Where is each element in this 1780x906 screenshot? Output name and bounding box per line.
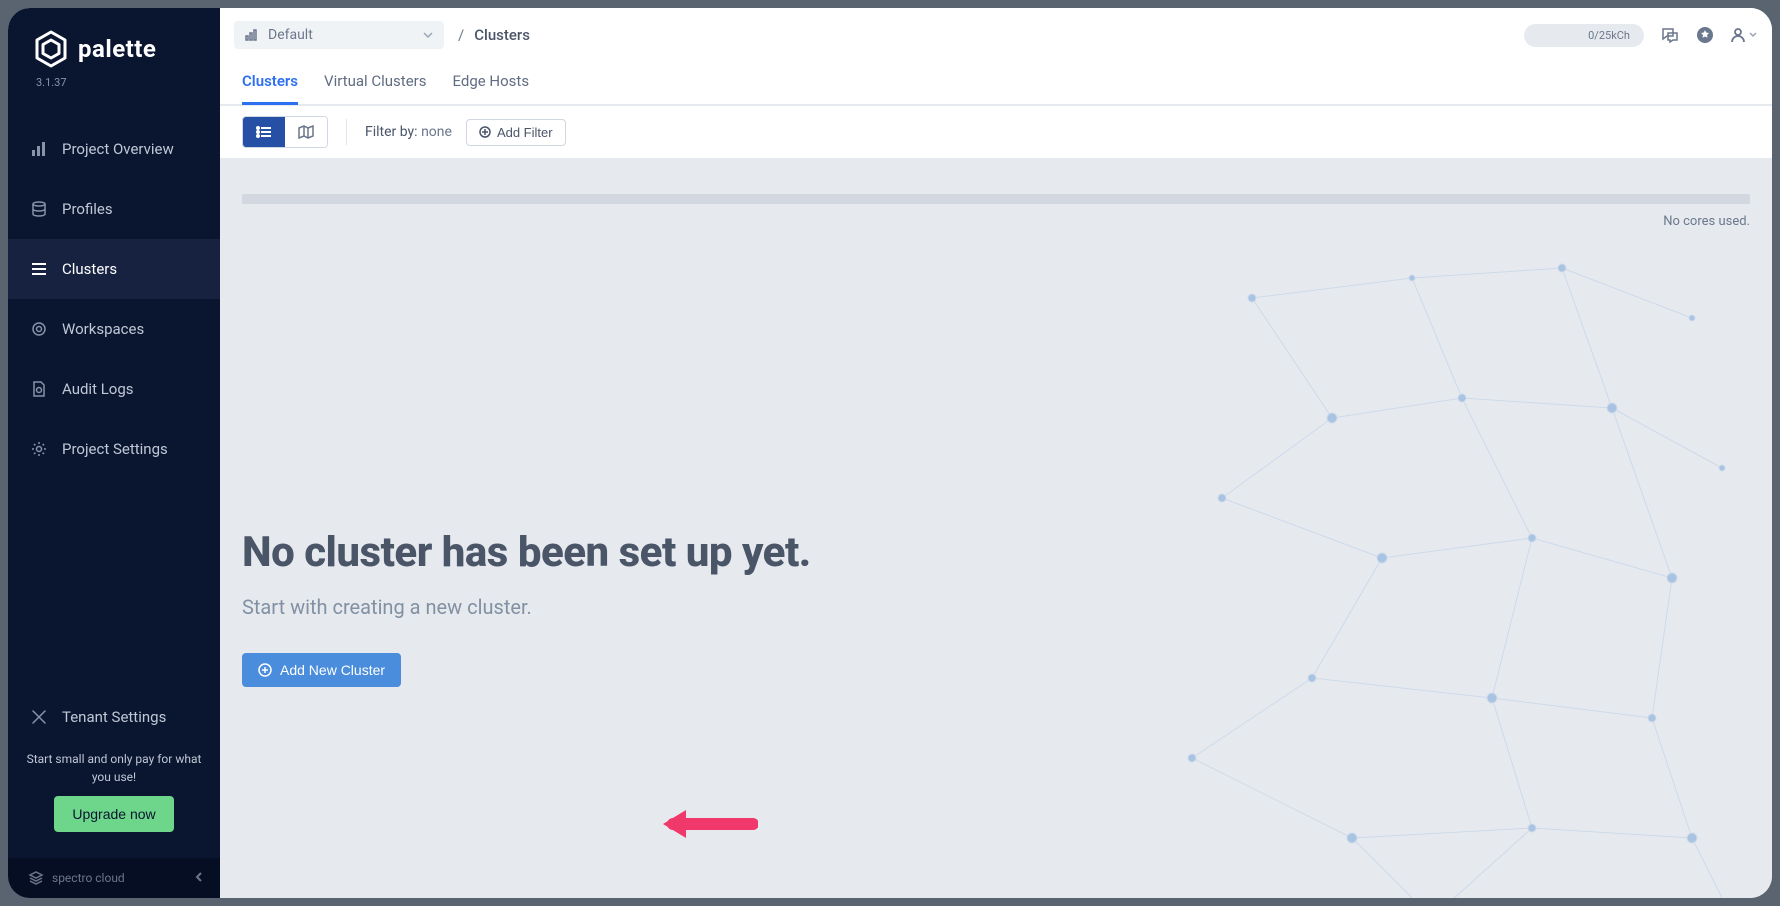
sidebar-item-label: Tenant Settings [62, 708, 166, 726]
add-filter-label: Add Filter [497, 125, 553, 140]
cores-used-label: No cores used. [1663, 214, 1750, 229]
user-icon [1730, 27, 1746, 43]
footer-brand: spectro cloud [28, 870, 125, 886]
chart-icon [30, 141, 48, 157]
target-icon [30, 321, 48, 337]
project-selector-label: Default [268, 27, 313, 43]
breadcrumb: / Clusters [458, 26, 530, 44]
sidebar-item-audit-logs[interactable]: Audit Logs [8, 359, 220, 419]
logo-text: palette [78, 35, 156, 63]
footer-brand-text: spectro cloud [52, 871, 125, 885]
map-icon [298, 125, 314, 139]
sidebar-item-label: Workspaces [62, 320, 144, 338]
upgrade-copy: Start small and only pay for what you us… [22, 750, 206, 786]
tab-clusters[interactable]: Clusters [242, 64, 298, 104]
divider [346, 119, 347, 145]
sidebar-item-clusters[interactable]: Clusters [8, 239, 220, 299]
add-new-cluster-button[interactable]: Add New Cluster [242, 653, 401, 687]
version-label: 3.1.37 [8, 76, 220, 101]
sidebar-item-label: Profiles [62, 200, 113, 218]
topbar: Default / Clusters 0/25kCh [220, 8, 1772, 105]
empty-state: No cluster has been set up yet. Start wi… [242, 528, 811, 687]
tools-icon [30, 709, 48, 725]
collapse-sidebar-button[interactable] [194, 871, 204, 885]
sidebar-item-workspaces[interactable]: Workspaces [8, 299, 220, 359]
sidebar: palette 3.1.37 Project Overview Profiles [8, 8, 220, 898]
page-icon [30, 381, 48, 397]
chevron-down-icon [422, 29, 434, 41]
empty-state-title: No cluster has been set up yet. [242, 528, 811, 577]
content: No cores used. [220, 158, 1772, 898]
database-icon [30, 201, 48, 217]
filter-label: Filter by: none [365, 124, 452, 140]
main: Default / Clusters 0/25kCh [220, 8, 1772, 898]
user-menu[interactable] [1730, 27, 1758, 43]
toolbar: Filter by: none Add Filter [220, 105, 1772, 158]
breadcrumb-separator: / [458, 26, 464, 44]
plus-circle-icon [258, 663, 272, 677]
sidebar-item-project-overview[interactable]: Project Overview [8, 119, 220, 179]
sidebar-item-tenant-settings[interactable]: Tenant Settings [8, 694, 220, 740]
list-icon [30, 261, 48, 277]
map-view-button[interactable] [285, 117, 327, 147]
sidebar-bottom: Tenant Settings Start small and only pay… [8, 694, 220, 858]
chart-bars-icon [244, 28, 258, 42]
list-view-button[interactable] [243, 117, 285, 147]
view-toggle [242, 116, 328, 148]
project-selector[interactable]: Default [234, 21, 444, 49]
sidebar-nav: Project Overview Profiles Clusters Works… [8, 119, 220, 694]
add-cluster-label: Add New Cluster [280, 662, 385, 678]
list-icon [256, 126, 272, 138]
tab-virtual-clusters[interactable]: Virtual Clusters [324, 64, 426, 104]
sidebar-item-profiles[interactable]: Profiles [8, 179, 220, 239]
upgrade-panel: Start small and only pay for what you us… [8, 740, 220, 850]
empty-state-subtitle: Start with creating a new cluster. [242, 595, 811, 619]
star-circle-icon [1696, 26, 1714, 44]
gear-icon [30, 441, 48, 457]
add-filter-button[interactable]: Add Filter [466, 119, 566, 146]
sidebar-item-label: Clusters [62, 260, 117, 278]
chat-icon [1660, 25, 1680, 45]
chevron-left-icon [194, 872, 204, 882]
logo-icon [34, 30, 68, 68]
upgrade-button[interactable]: Upgrade now [54, 796, 173, 832]
capacity-bar [242, 194, 1750, 204]
tabs: Clusters Virtual Clusters Edge Hosts [220, 54, 1772, 104]
sidebar-item-label: Audit Logs [62, 380, 134, 398]
sidebar-item-project-settings[interactable]: Project Settings [8, 419, 220, 479]
tab-edge-hosts[interactable]: Edge Hosts [452, 64, 529, 104]
plus-circle-icon [479, 126, 491, 138]
sidebar-item-label: Project Settings [62, 440, 168, 458]
chevron-down-icon [1748, 30, 1758, 40]
decorative-network-graphic [1132, 238, 1772, 898]
annotation-arrow-icon [658, 804, 758, 844]
sidebar-footer: spectro cloud [8, 858, 220, 898]
logo: palette [8, 8, 220, 76]
breadcrumb-current: Clusters [474, 26, 530, 44]
sidebar-item-label: Project Overview [62, 140, 174, 158]
usage-badge: 0/25kCh [1524, 24, 1644, 47]
chat-button[interactable] [1660, 25, 1680, 45]
help-button[interactable] [1696, 26, 1714, 44]
